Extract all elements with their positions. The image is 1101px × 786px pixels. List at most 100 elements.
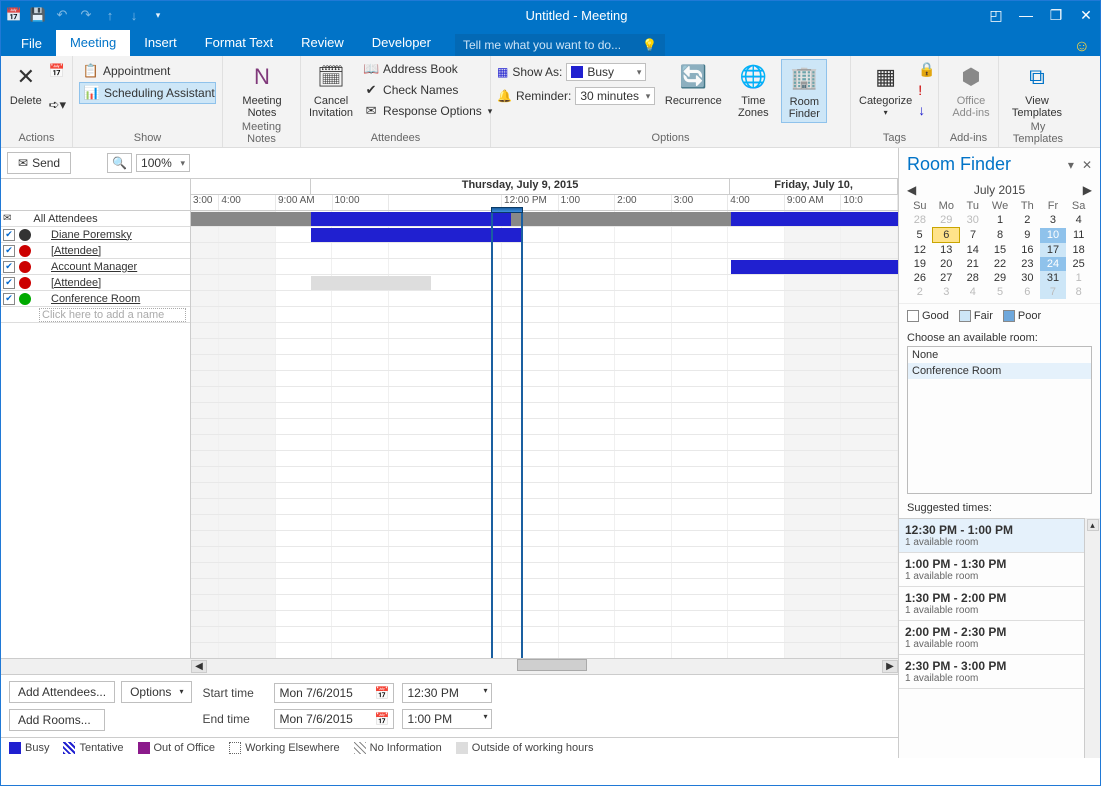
tab-meeting[interactable]: Meeting [56, 30, 130, 56]
tab-developer[interactable]: Developer [358, 30, 445, 56]
calendar-day[interactable]: 10 [1040, 228, 1066, 243]
calendar-day[interactable]: 6 [933, 228, 960, 243]
tab-review[interactable]: Review [287, 30, 358, 56]
calendar-day[interactable]: 11 [1066, 228, 1092, 243]
calendar-day[interactable]: 28 [960, 271, 986, 285]
calendar-day[interactable]: 7 [960, 228, 986, 243]
address-book-button[interactable]: 📖Address Book [359, 59, 496, 79]
calendar-day[interactable]: 23 [1015, 257, 1041, 271]
forward-icon[interactable]: ➪▾ [49, 97, 66, 113]
room-none[interactable]: None [908, 347, 1091, 363]
calendar-day[interactable]: 28 [907, 213, 933, 228]
calendar-day[interactable]: 7 [1040, 285, 1066, 299]
checkbox-icon[interactable]: ✔ [3, 229, 15, 241]
high-importance-icon[interactable]: ! [918, 82, 935, 98]
calendar-day[interactable]: 17 [1040, 243, 1066, 258]
attendee-row[interactable]: ✔Account Manager [1, 259, 190, 275]
suggested-time[interactable]: 2:30 PM - 3:00 PM1 available room [899, 655, 1084, 689]
start-time-input[interactable]: 12:30 PM▾ [402, 683, 492, 703]
show-as-combo[interactable]: Busy▾ [566, 63, 646, 81]
add-rooms-button[interactable]: Add Rooms... [9, 709, 105, 731]
scroll-left-icon[interactable]: ◀ [191, 660, 207, 673]
scroll-right-icon[interactable]: ▶ [882, 660, 898, 673]
feedback-smiley-icon[interactable]: ☺ [1074, 38, 1090, 56]
calendar-day[interactable]: 2 [1015, 213, 1041, 228]
pane-close-icon[interactable]: ✕ [1082, 158, 1092, 172]
tab-insert[interactable]: Insert [130, 30, 191, 56]
calendar-day[interactable]: 30 [960, 213, 986, 228]
calendar-day[interactable]: 19 [907, 257, 933, 271]
calendar-day[interactable]: 14 [960, 243, 986, 258]
calendar-day[interactable]: 8 [1066, 285, 1092, 299]
appointment-button[interactable]: 📋Appointment [79, 61, 216, 81]
zoom-icon[interactable]: 🔍 [107, 153, 132, 173]
calendar-day[interactable]: 1 [986, 213, 1015, 228]
calendar-day[interactable]: 30 [1015, 271, 1041, 285]
room-conference[interactable]: Conference Room [908, 363, 1091, 379]
calendar-day[interactable]: 26 [907, 271, 933, 285]
undo-icon[interactable]: ↶ [53, 6, 71, 24]
close-icon[interactable]: ✕ [1076, 7, 1096, 24]
zoom-combo[interactable]: 100%▾ [136, 154, 190, 172]
prev-month-icon[interactable]: ◀ [907, 183, 916, 197]
suggested-time[interactable]: 12:30 PM - 1:00 PM1 available room [899, 519, 1084, 553]
tab-file[interactable]: File [7, 31, 56, 56]
calendar-day[interactable]: 5 [907, 228, 933, 243]
recurrence-button[interactable]: 🔄 Recurrence [661, 59, 725, 109]
ribbon-display-icon[interactable]: ◰ [986, 7, 1006, 24]
categorize-button[interactable]: ▦ Categorize▾ [857, 59, 914, 120]
options-button[interactable]: Options▾ [121, 681, 192, 703]
low-importance-icon[interactable]: ↓ [918, 102, 935, 118]
save-icon[interactable]: 💾 [29, 6, 47, 24]
calendar-icon[interactable]: 📅 [49, 63, 66, 79]
suggested-time[interactable]: 1:30 PM - 2:00 PM1 available room [899, 587, 1084, 621]
redo-icon[interactable]: ↷ [77, 6, 95, 24]
private-icon[interactable]: 🔒 [918, 61, 935, 78]
calendar-day[interactable]: 18 [1066, 243, 1092, 258]
horizontal-scrollbar[interactable]: ◀ ▶ [1, 658, 898, 674]
cancel-invitation-button[interactable]: 🗓 Cancel Invitation [307, 59, 355, 121]
tab-format-text[interactable]: Format Text [191, 30, 287, 56]
office-addins-button[interactable]: ⬢ Office Add-ins [945, 59, 997, 121]
mini-calendar[interactable]: SuMoTuWeThFrSa28293012345678910111213141… [907, 199, 1092, 299]
calendar-day[interactable]: 27 [933, 271, 960, 285]
send-button[interactable]: ✉Send [7, 152, 71, 174]
calendar-day[interactable]: 15 [986, 243, 1015, 258]
calendar-day[interactable]: 3 [1040, 213, 1066, 228]
suggested-time[interactable]: 2:00 PM - 2:30 PM1 available room [899, 621, 1084, 655]
attendee-row[interactable]: ✔[Attendee] [1, 275, 190, 291]
calendar-day[interactable]: 25 [1066, 257, 1092, 271]
minimize-icon[interactable]: — [1016, 7, 1036, 24]
attendee-row[interactable]: ✔Diane Poremsky [1, 227, 190, 243]
calendar-day[interactable]: 8 [986, 228, 1015, 243]
delete-button[interactable]: ✕ Delete [7, 59, 45, 109]
start-date-input[interactable]: Mon 7/6/2015📅 [274, 683, 394, 703]
scheduling-assistant-button[interactable]: 📊Scheduling Assistant [79, 82, 216, 104]
calendar-day[interactable]: 5 [986, 285, 1015, 299]
maximize-icon[interactable]: ❐ [1046, 7, 1066, 24]
calendar-day[interactable]: 21 [960, 257, 986, 271]
suggested-time[interactable]: 1:00 PM - 1:30 PM1 available room [899, 553, 1084, 587]
calendar-day[interactable]: 3 [933, 285, 960, 299]
calendar-day[interactable]: 13 [933, 243, 960, 258]
end-date-input[interactable]: Mon 7/6/2015📅 [274, 709, 394, 729]
calendar-picker-icon[interactable]: 📅 [375, 712, 390, 726]
meeting-notes-button[interactable]: N Meeting Notes [229, 59, 295, 121]
calendar-day[interactable]: 31 [1040, 271, 1066, 285]
scroll-thumb[interactable] [517, 659, 587, 671]
next-icon[interactable]: ↓ [125, 6, 143, 24]
calendar-day[interactable]: 9 [1015, 228, 1041, 243]
checkbox-icon[interactable]: ✔ [3, 293, 15, 305]
time-zones-button[interactable]: 🌐 Time Zones [731, 59, 775, 121]
room-finder-button[interactable]: 🏢 Room Finder [781, 59, 827, 123]
calendar-picker-icon[interactable]: 📅 [375, 686, 390, 700]
calendar-day[interactable]: 29 [933, 213, 960, 228]
calendar-day[interactable]: 4 [960, 285, 986, 299]
pane-dropdown-icon[interactable]: ▾ [1068, 158, 1074, 172]
room-list[interactable]: None Conference Room [907, 346, 1092, 494]
calendar-day[interactable]: 20 [933, 257, 960, 271]
next-month-icon[interactable]: ▶ [1083, 183, 1092, 197]
checkbox-icon[interactable]: ✔ [3, 245, 15, 257]
calendar-day[interactable]: 29 [986, 271, 1015, 285]
calendar-day[interactable]: 22 [986, 257, 1015, 271]
